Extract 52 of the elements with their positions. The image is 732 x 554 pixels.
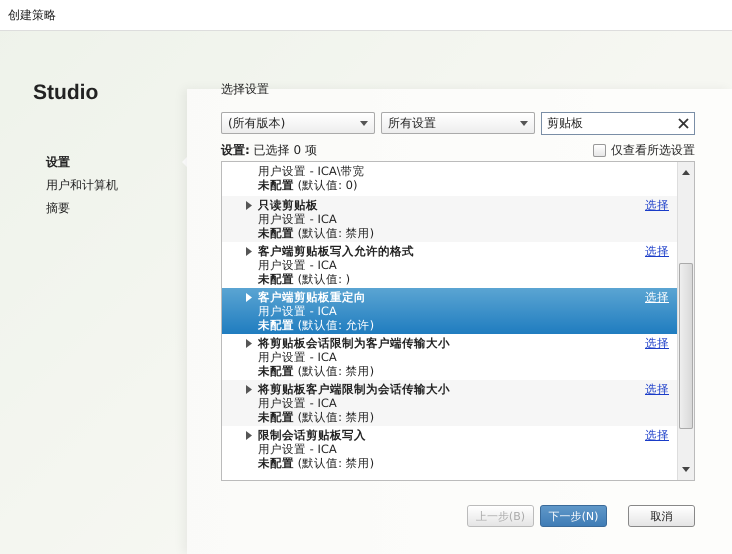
setting-status: 未配置 (默认值: 禁用) bbox=[258, 364, 376, 378]
expand-arrow-icon[interactable] bbox=[246, 247, 252, 256]
setting-title: 客户端剪贴板写入允许的格式 bbox=[258, 244, 415, 258]
checkbox-label: 仅查看所选设置 bbox=[611, 142, 695, 158]
filter-dropdown[interactable]: 所有设置 bbox=[381, 112, 535, 134]
filter-dropdown[interactable]: (所有版本) bbox=[221, 112, 375, 134]
window-title: 创建策略 bbox=[8, 6, 56, 24]
scroll-up-icon[interactable] bbox=[682, 170, 690, 175]
setting-category: 用户设置 - ICA bbox=[258, 350, 338, 364]
search-field[interactable]: 剪贴板 bbox=[541, 112, 695, 135]
select-link[interactable]: 选择 bbox=[645, 198, 669, 240]
expand-arrow-icon[interactable] bbox=[246, 201, 252, 210]
select-link[interactable]: 选择 bbox=[645, 428, 669, 470]
setting-category: 用户设置 - ICA bbox=[258, 258, 338, 272]
setting-status: 未配置 (默认值: 0) bbox=[258, 178, 358, 192]
scrollbar[interactable] bbox=[677, 162, 694, 480]
setting-title: 将剪贴板客户端限制为会话传输大小 bbox=[258, 382, 451, 396]
brand-title: Studio bbox=[33, 81, 100, 105]
setting-status: 未配置 (默认值: 禁用) bbox=[258, 410, 376, 424]
sidebar-item[interactable]: 用户和计算机 bbox=[46, 174, 187, 197]
setting-title: 将剪贴板会话限制为客户端传输大小 bbox=[258, 336, 451, 350]
caret-icon bbox=[520, 120, 528, 126]
setting-category: 用户设置 - ICA bbox=[258, 304, 338, 318]
setting-status: 未配置 (默认值: ) bbox=[258, 272, 352, 286]
setting-category: 用户设置 - ICA bbox=[258, 212, 338, 226]
select-link[interactable]: 选择 bbox=[645, 382, 669, 424]
setting-status: 未配置 (默认值: 禁用) bbox=[258, 456, 376, 470]
setting-status: 未配置 (默认值: 允许) bbox=[258, 318, 376, 332]
caret-icon bbox=[360, 120, 368, 126]
expand-arrow-icon[interactable] bbox=[246, 431, 252, 440]
setting-title: 客户端剪贴板重定向 bbox=[258, 290, 367, 304]
section-heading: 选择设置 bbox=[221, 81, 270, 98]
setting-category: 用户设置 - ICA bbox=[258, 442, 338, 456]
setting-row[interactable]: 只读剪贴板 用户设置 - ICA 未配置 (默认值: 禁用) 选择 bbox=[222, 196, 677, 242]
setting-status: 未配置 (默认值: 禁用) bbox=[258, 226, 376, 240]
selection-summary: 设置: 已选择 0 项 bbox=[221, 142, 317, 158]
setting-title: 限制会话剪贴板写入 bbox=[258, 428, 367, 442]
expand-arrow-icon[interactable] bbox=[246, 339, 252, 348]
setting-row[interactable]: 客户端剪贴板重定向 用户设置 - ICA 未配置 (默认值: 允许) 选择 bbox=[222, 288, 677, 334]
setting-title: 只读剪贴板 bbox=[258, 198, 319, 212]
dialog-button[interactable]: 取消 bbox=[628, 505, 695, 527]
checkbox[interactable] bbox=[593, 144, 606, 156]
expand-arrow-icon[interactable] bbox=[246, 385, 252, 394]
sidebar-item[interactable]: 摘要 bbox=[46, 197, 187, 220]
select-link[interactable]: 选择 bbox=[645, 336, 669, 378]
setting-category: 用户设置 - ICA bbox=[258, 396, 338, 410]
clear-icon[interactable] bbox=[678, 118, 689, 129]
select-link[interactable]: 选择 bbox=[645, 244, 669, 286]
scroll-down-icon[interactable] bbox=[682, 467, 690, 472]
setting-row[interactable]: 将剪贴板客户端限制为会话传输大小 用户设置 - ICA 未配置 (默认值: 禁用) 选择 bbox=[222, 380, 677, 426]
expand-arrow-icon[interactable] bbox=[246, 293, 252, 302]
setting-category: 用户设置 - ICA\带宽 bbox=[258, 164, 366, 178]
